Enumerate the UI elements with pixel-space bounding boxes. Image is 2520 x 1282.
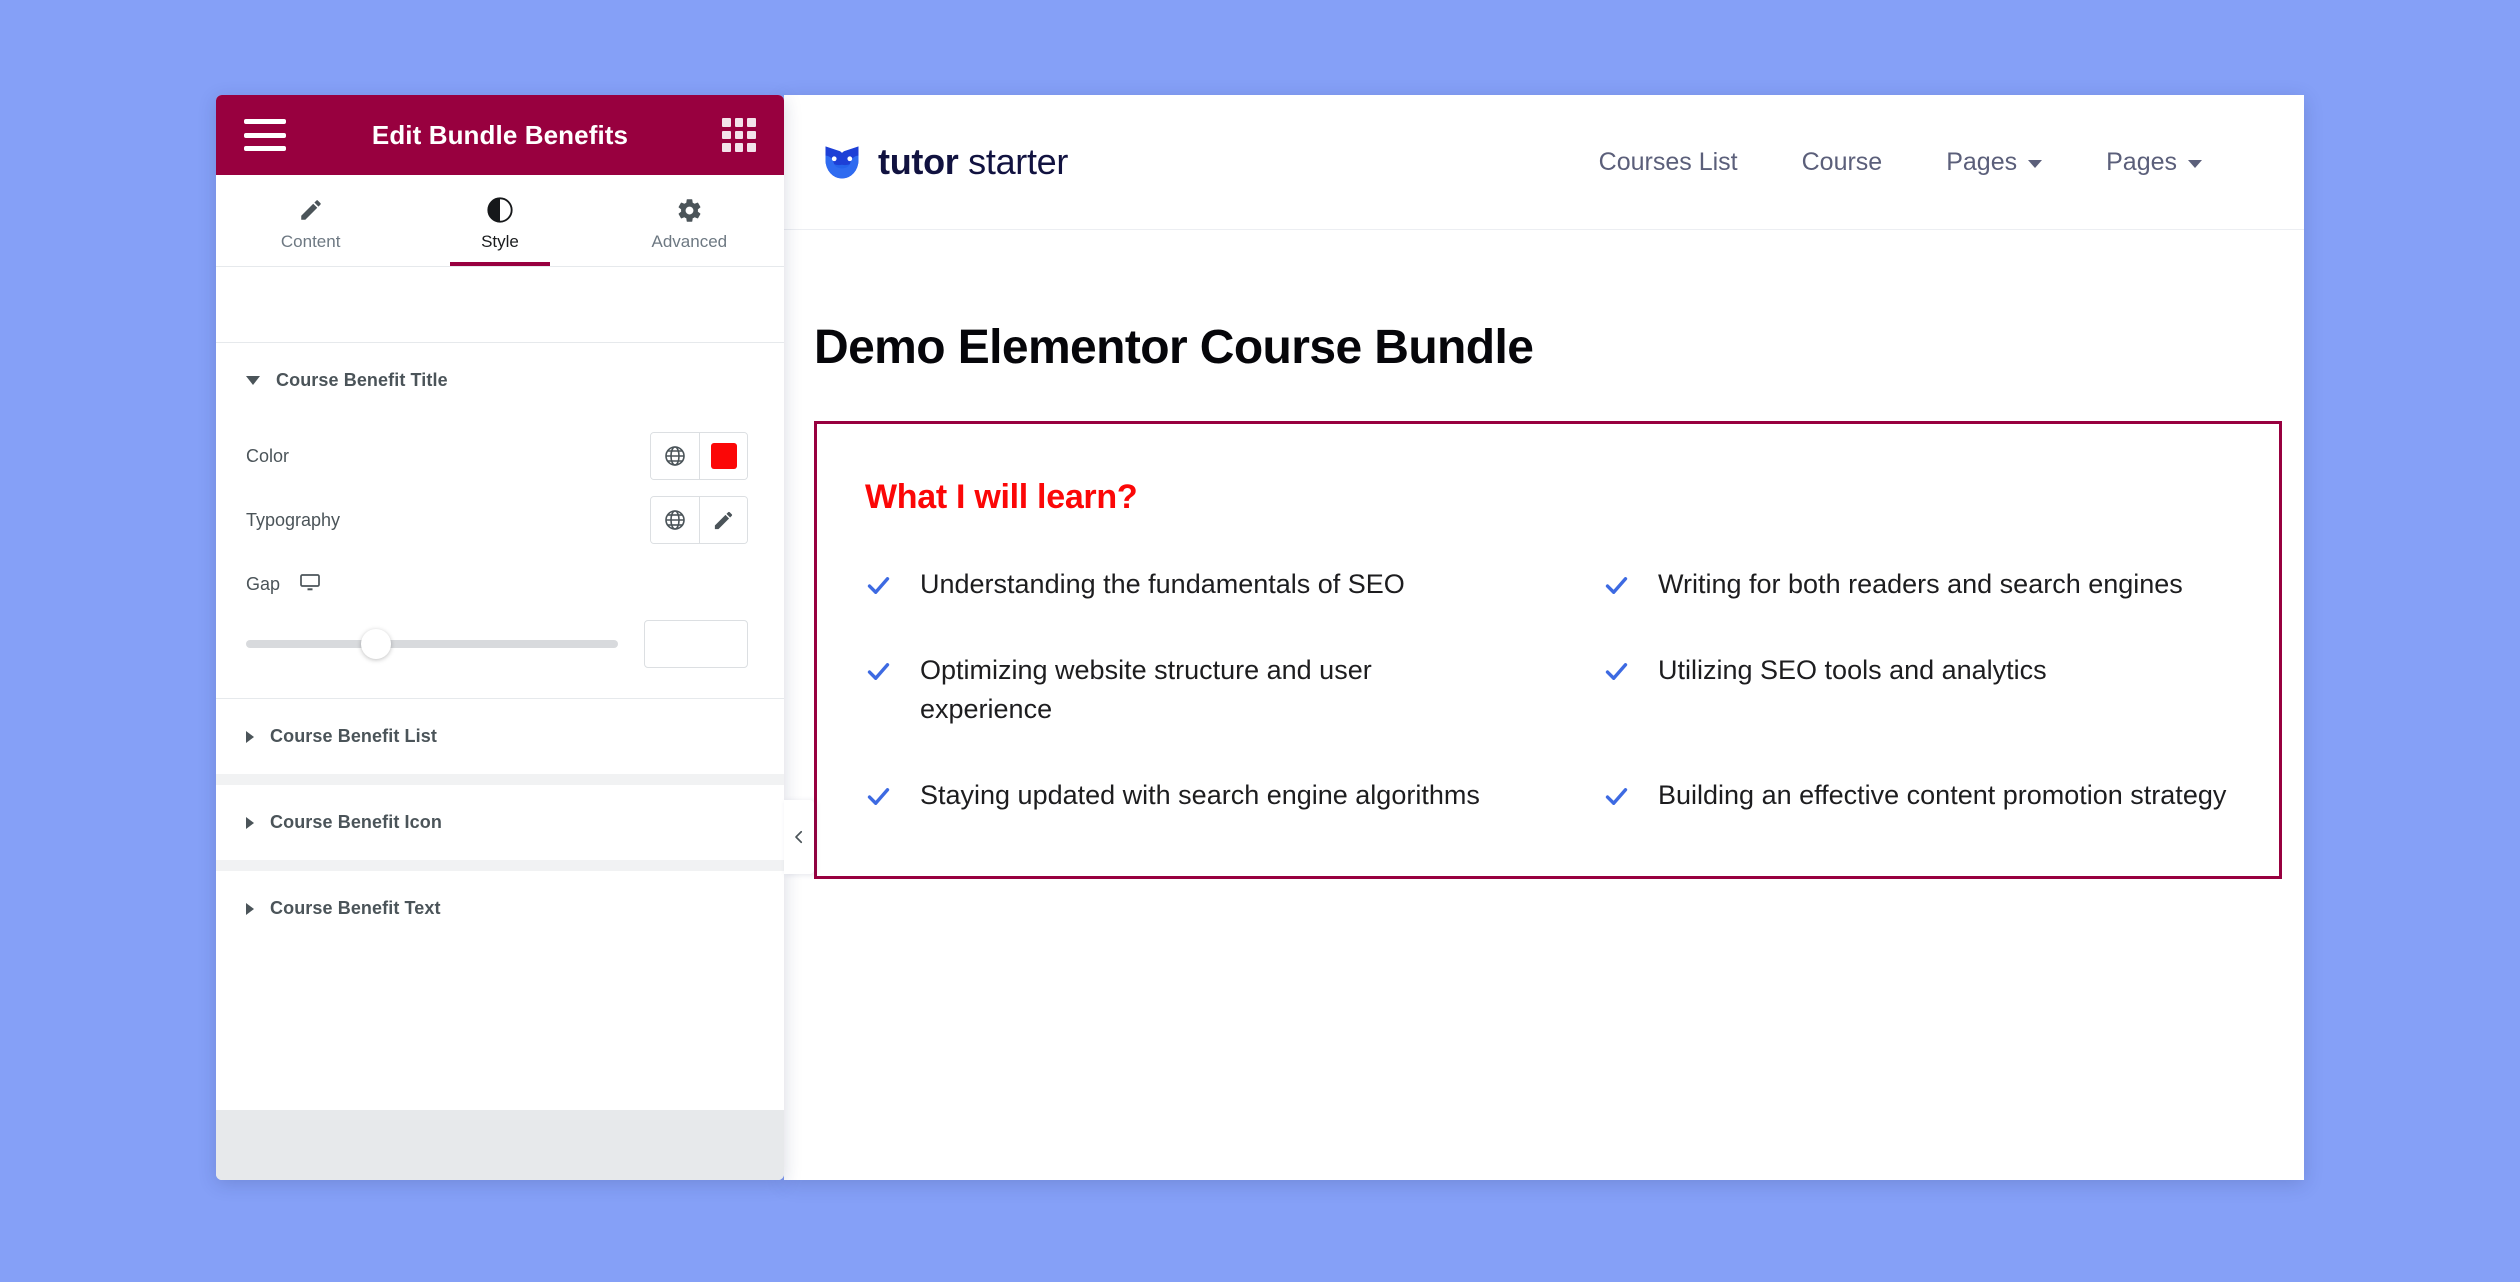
section-controls: Color Typography Gap <box>216 418 784 698</box>
control-color-label: Color <box>246 445 290 466</box>
color-control-group <box>650 432 748 480</box>
section-course-benefit-text[interactable]: Course Benefit Text <box>216 871 784 946</box>
color-swatch-button[interactable] <box>699 433 747 479</box>
typography-control-group <box>650 496 748 544</box>
list-item: Writing for both readers and search engi… <box>1603 565 2231 605</box>
site-logo[interactable]: tutor starter <box>820 140 1068 184</box>
check-icon <box>865 572 892 604</box>
slider-track <box>246 640 618 648</box>
nav-label: Course <box>1801 147 1883 176</box>
tab-style[interactable]: Style <box>405 175 594 266</box>
section-course-benefit-icon[interactable]: Course Benefit Icon <box>216 785 784 860</box>
chevron-down-icon <box>2188 159 2202 168</box>
benefit-text: Building an effective content promotion … <box>1658 780 2227 811</box>
benefit-text: Understanding the fundamentals of SEO <box>920 569 1405 599</box>
control-gap-label-wrap: Gap <box>246 570 748 599</box>
brand-name-bold: tutor <box>878 141 959 182</box>
benefits-heading: What I will learn? <box>865 478 1138 516</box>
list-item: Utilizing SEO tools and analytics <box>1603 651 2231 730</box>
chevron-down-icon <box>246 376 260 385</box>
brand-name-light: starter <box>958 141 1069 182</box>
chevron-left-icon <box>790 828 808 846</box>
tab-advanced-label: Advanced <box>651 232 728 251</box>
nav-item-pages-1[interactable]: Pages <box>1914 148 2074 177</box>
color-swatch <box>710 443 737 469</box>
panel-spacer <box>216 267 784 343</box>
benefit-text: Writing for both readers and search engi… <box>1658 569 2183 599</box>
tab-content[interactable]: Content <box>216 175 405 266</box>
screen: Edit Bundle Benefits Content Style Advan… <box>0 0 2520 1282</box>
control-typography-label: Typography <box>246 509 341 530</box>
check-icon <box>1603 658 1630 690</box>
globe-icon[interactable] <box>651 433 699 479</box>
nav-item-course[interactable]: Course <box>1770 148 1915 177</box>
chevron-right-icon <box>246 902 254 915</box>
control-gap-label: Gap <box>246 573 281 594</box>
gap-value-input[interactable] <box>644 620 748 668</box>
nav-item-pages-2[interactable]: Pages <box>2074 148 2234 177</box>
slider-knob[interactable] <box>361 629 392 659</box>
nav-label: Pages <box>2106 147 2177 176</box>
gap-slider[interactable] <box>246 629 618 659</box>
nav-label: Courses List <box>1598 147 1738 176</box>
globe-icon[interactable] <box>651 497 699 543</box>
benefit-text: Optimizing website structure and user ex… <box>920 654 1372 725</box>
control-typography: Typography <box>246 488 748 552</box>
gear-icon <box>676 195 703 225</box>
section-title-label: Course Benefit Text <box>270 898 441 918</box>
site-preview: tutor starter Courses List Course Pages … <box>784 95 2304 1180</box>
section-title-label: Course Benefit Icon <box>270 812 442 832</box>
nav-item-courses-list[interactable]: Courses List <box>1567 148 1770 177</box>
owl-logo-icon <box>820 140 864 184</box>
gap-slider-row <box>246 616 748 668</box>
pencil-icon[interactable] <box>699 497 747 543</box>
section-course-benefit-list[interactable]: Course Benefit List <box>216 699 784 774</box>
desktop-icon[interactable] <box>298 570 322 599</box>
panel-collapse-button[interactable] <box>784 800 814 874</box>
control-gap: Gap <box>246 552 748 616</box>
pencil-icon <box>298 195 324 225</box>
section-title-label: Course Benefit List <box>270 726 437 746</box>
panel-header: Edit Bundle Benefits <box>216 95 784 175</box>
check-icon <box>865 783 892 815</box>
chevron-right-icon <box>246 816 254 829</box>
check-icon <box>1603 572 1630 604</box>
nav-label: Pages <box>1946 147 2018 176</box>
benefit-text: Staying updated with search engine algor… <box>920 780 1480 811</box>
benefits-list: Understanding the fundamentals of SEO Wr… <box>865 565 2231 816</box>
brand-name: tutor starter <box>878 141 1068 183</box>
panel-title: Edit Bundle Benefits <box>371 119 629 150</box>
list-item: Building an effective content promotion … <box>1603 776 2231 816</box>
panel-footer <box>216 1110 784 1180</box>
course-benefits-widget[interactable]: What I will learn? Understanding the fun… <box>814 421 2282 879</box>
site-nav: Courses List Course Pages Pages <box>1567 148 2268 177</box>
elementor-editor-panel: Edit Bundle Benefits Content Style Advan… <box>216 95 784 1180</box>
tab-content-label: Content <box>280 232 341 251</box>
section-course-benefit-title[interactable]: Course Benefit Title <box>216 343 784 418</box>
panel-body: Course Benefit Title Color Typography Ga… <box>216 343 784 1110</box>
section-separator <box>216 774 784 785</box>
grid-apps-icon[interactable] <box>722 118 756 152</box>
tab-advanced[interactable]: Advanced <box>595 175 784 266</box>
page-title: Demo Elementor Course Bundle <box>814 321 1534 374</box>
benefit-text: Utilizing SEO tools and analytics <box>1658 654 2047 685</box>
chevron-right-icon <box>246 730 254 743</box>
list-item: Understanding the fundamentals of SEO <box>865 565 1493 605</box>
site-main: Demo Elementor Course Bundle What I will… <box>784 230 2304 879</box>
contrast-icon <box>486 195 514 225</box>
site-header: tutor starter Courses List Course Pages … <box>784 95 2304 230</box>
control-color: Color <box>246 424 748 488</box>
chevron-down-icon <box>2028 159 2043 168</box>
section-separator <box>216 860 784 871</box>
list-item: Optimizing website structure and user ex… <box>865 651 1493 730</box>
check-icon <box>865 658 892 690</box>
list-item: Staying updated with search engine algor… <box>865 776 1493 816</box>
tab-style-label: Style <box>481 232 519 251</box>
section-title-label: Course Benefit Title <box>276 370 448 390</box>
check-icon <box>1603 783 1630 815</box>
panel-tabs: Content Style Advanced <box>216 175 784 267</box>
